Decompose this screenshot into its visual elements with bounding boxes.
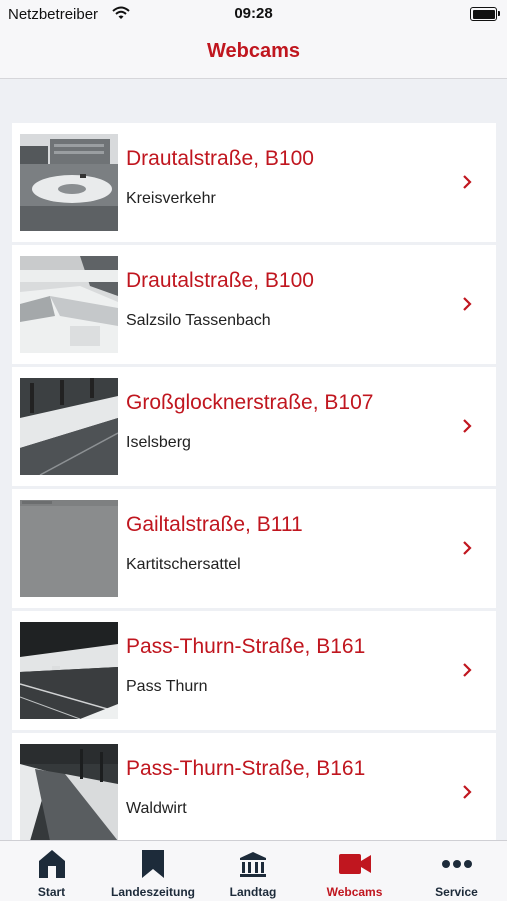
navigation-bar: Webcams [0,28,507,79]
webcam-location: Kreisverkehr [126,190,216,207]
webcam-row[interactable]: Drautalstraße, B100 Salzsilo Tassenbach [12,245,496,364]
webcam-thumbnail [20,134,118,231]
page-title: Webcams [206,40,300,62]
video-camera-icon [338,849,372,884]
webcam-location: Iselsberg [126,434,191,451]
battery-icon [470,7,500,21]
chevron-right-icon [462,174,472,195]
more-dots-icon [441,849,473,884]
webcam-title: Pass-Thurn-Straße, B161 [126,757,366,780]
webcam-location: Pass Thurn [126,678,208,695]
webcam-thumbnail [20,744,118,841]
tab-webcams[interactable]: Webcams [303,841,406,901]
webcam-location: Kartitschersattel [126,556,241,573]
webcam-row[interactable]: Pass-Thurn-Straße, B161 Waldwirt [12,733,496,852]
tab-bar: Start Landeszeitung Landtag Webcams Serv… [0,840,507,901]
webcam-thumbnail [20,256,118,353]
tab-label: Service [435,885,478,899]
webcam-row[interactable]: Pass-Thurn-Straße, B161 Pass Thurn [12,611,496,730]
webcam-row[interactable]: Gailtalstraße, B111 Kartitschersattel [12,489,496,608]
chevron-right-icon [462,540,472,561]
tab-start[interactable]: Start [0,841,103,901]
webcam-title: Großglocknerstraße, B107 [126,391,374,414]
chevron-right-icon [462,418,472,439]
tab-label: Start [37,885,66,899]
chevron-right-icon [462,662,472,683]
webcam-title: Pass-Thurn-Straße, B161 [126,635,366,658]
status-bar: Netzbetreiber 09:28 [0,0,507,28]
tab-label: Landtag [229,885,277,899]
tab-label: Webcams [326,885,383,899]
status-time: 09:28 [234,5,273,22]
bookmark-icon [141,849,165,884]
webcam-title: Drautalstraße, B100 [126,269,314,292]
chevron-right-icon [462,296,472,317]
webcam-row[interactable]: Drautalstraße, B100 Kreisverkehr [12,123,496,242]
tab-landtag[interactable]: Landtag [203,841,303,901]
tab-service[interactable]: Service [406,841,507,901]
house-icon [38,849,66,884]
webcam-title: Gailtalstraße, B111 [126,513,303,536]
webcam-location: Salzsilo Tassenbach [126,312,271,329]
webcam-title: Drautalstraße, B100 [126,147,314,170]
tab-landeszeitung[interactable]: Landeszeitung [103,841,203,901]
webcam-thumbnail [20,500,118,597]
webcam-list: Drautalstraße, B100 Kreisverkehr Drautal… [12,123,496,855]
webcam-row[interactable]: Großglocknerstraße, B107 Iselsberg [12,367,496,486]
webcam-thumbnail [20,622,118,719]
webcam-location: Waldwirt [126,800,187,817]
tab-label: Landeszeitung [110,885,195,899]
chevron-right-icon [462,784,472,805]
building-icon [239,849,267,884]
webcam-thumbnail [20,378,118,475]
